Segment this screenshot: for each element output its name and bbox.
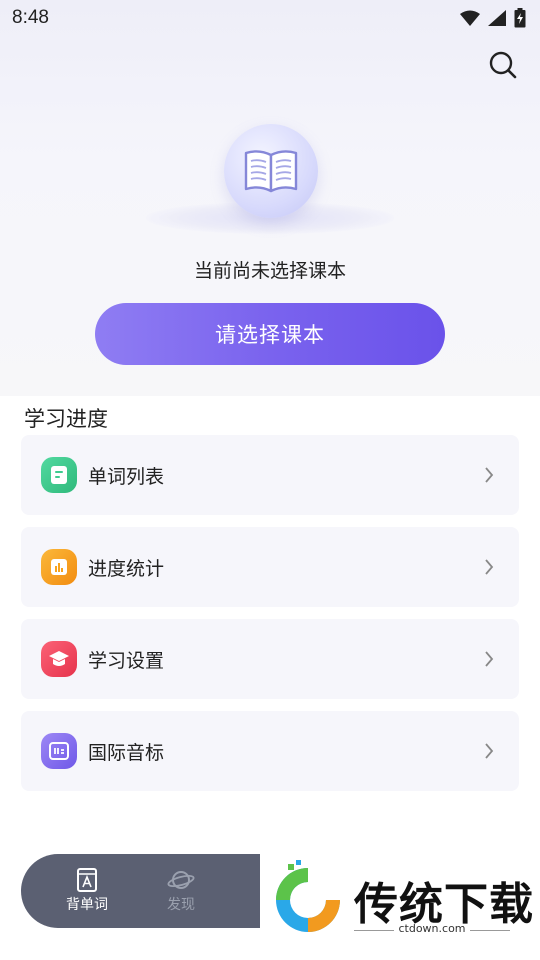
- select-textbook-button[interactable]: 请选择课本: [95, 303, 445, 365]
- menu-label-study-settings: 学习设置: [88, 649, 165, 672]
- search-button[interactable]: [488, 50, 518, 80]
- menu-label-progress-stats: 进度统计: [88, 557, 165, 580]
- search-icon: [489, 51, 517, 79]
- no-textbook-message: 当前尚未选择课本: [193, 260, 346, 282]
- empty-book-illustration: [146, 120, 394, 240]
- menu-item-word-list[interactable]: 单词列表: [21, 435, 519, 515]
- watermark-divider: [470, 930, 510, 931]
- chevron-right-icon: [485, 651, 494, 667]
- menu-item-phonetics[interactable]: 国际音标: [21, 711, 519, 791]
- nav-label-discover: 发现: [167, 897, 195, 913]
- phonetic-icon: [41, 733, 77, 769]
- signal-icon: [488, 10, 506, 26]
- nav-tab-discover[interactable]: 发现: [153, 868, 209, 914]
- graduation-cap-icon: [41, 641, 77, 677]
- menu-label-word-list: 单词列表: [88, 465, 165, 488]
- watermark-logo: 传统下载 ctdown.com: [260, 842, 540, 960]
- chevron-right-icon: [485, 743, 494, 759]
- stats-icon: [41, 549, 77, 585]
- book-circle: [224, 124, 318, 218]
- word-list-icon: [41, 457, 77, 493]
- watermark-url: ctdown.com: [398, 922, 466, 935]
- open-book-icon: [244, 150, 298, 193]
- book-icon: [77, 868, 97, 892]
- chevron-right-icon: [485, 559, 494, 575]
- status-time: 8:48: [12, 7, 49, 28]
- status-bar: 8:48: [0, 0, 540, 36]
- chevron-right-icon: [485, 467, 494, 483]
- menu-item-progress-stats[interactable]: 进度统计: [21, 527, 519, 607]
- menu-item-study-settings[interactable]: 学习设置: [21, 619, 519, 699]
- planet-icon: [167, 871, 195, 889]
- nav-tab-memorize-words[interactable]: 背单词: [59, 868, 115, 914]
- watermark-logo-icon: [276, 860, 340, 932]
- battery-icon: [514, 8, 526, 28]
- progress-section-title: 学习进度: [24, 407, 108, 431]
- menu-label-phonetics: 国际音标: [88, 741, 165, 764]
- wifi-icon: [460, 10, 480, 26]
- status-icons: [460, 8, 526, 28]
- nav-label-memorize-words: 背单词: [66, 897, 108, 913]
